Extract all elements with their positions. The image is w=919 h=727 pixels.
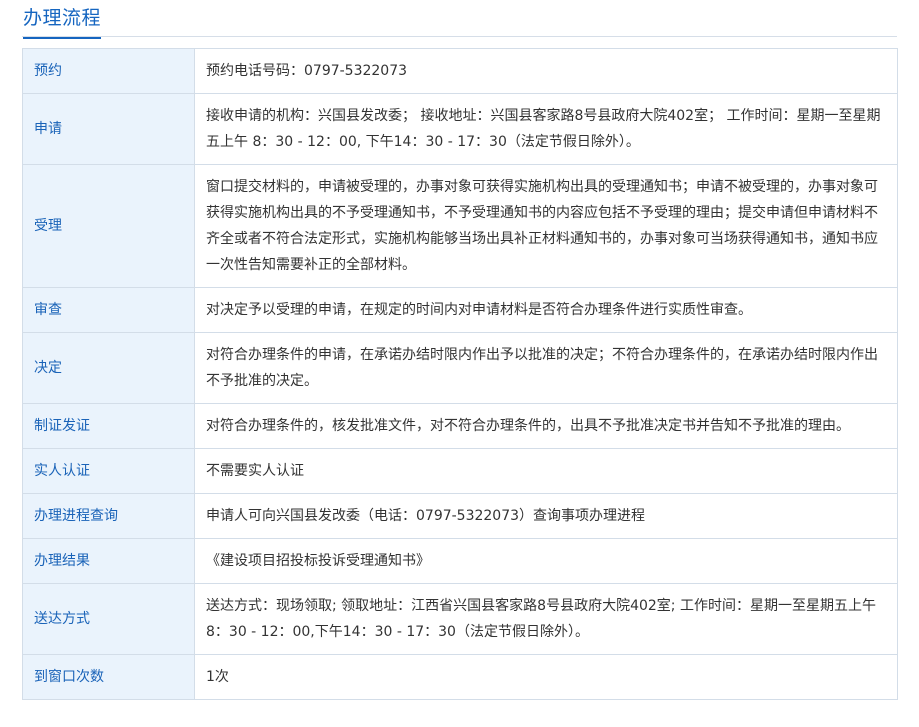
row-value: 接收申请的机构：兴国县发改委； 接收地址：兴国县客家路8号县政府大院402室； … [194, 93, 898, 165]
row-value: 申请人可向兴国县发改委（电话：0797-5322073）查询事项办理进程 [194, 493, 898, 539]
table-row-certificate: 制证发证 对符合办理条件的，核发批准文件，对不符合办理条件的，出具不予批准决定书… [22, 403, 898, 449]
section-header: 办理流程 [22, 0, 897, 39]
row-label: 申请 [22, 93, 195, 165]
table-row-review: 审查 对决定予以受理的申请，在规定的时间内对申请材料是否符合办理条件进行实质性审… [22, 287, 898, 333]
table-row-acceptance: 受理 窗口提交材料的，申请被受理的，办事对象可获得实施机构出具的受理通知书；申请… [22, 164, 898, 288]
table-row-delivery: 送达方式 送达方式：现场领取; 领取地址：江西省兴国县客家路8号县政府大院402… [22, 583, 898, 655]
row-value: 《建设项目招投标投诉受理通知书》 [194, 538, 898, 584]
row-label: 制证发证 [22, 403, 195, 449]
table-row-application: 申请 接收申请的机构：兴国县发改委； 接收地址：兴国县客家路8号县政府大院402… [22, 93, 898, 165]
row-label: 送达方式 [22, 583, 195, 655]
row-label: 办理进程查询 [22, 493, 195, 539]
table-row-window-visits: 到窗口次数 1次 [22, 654, 898, 700]
process-table: 预约 预约电话号码：0797-5322073 申请 接收申请的机构：兴国县发改委… [22, 48, 898, 700]
row-value: 不需要实人认证 [194, 448, 898, 494]
row-value: 对符合办理条件的申请，在承诺办结时限内作出予以批准的决定；不符合办理条件的，在承… [194, 332, 898, 404]
process-panel: 办理流程 预约 预约电话号码：0797-5322073 申请 接收申请的机构：兴… [0, 0, 919, 727]
row-value: 1次 [194, 654, 898, 700]
row-label: 受理 [22, 164, 195, 288]
row-value: 送达方式：现场领取; 领取地址：江西省兴国县客家路8号县政府大院402室; 工作… [194, 583, 898, 655]
table-row-decision: 决定 对符合办理条件的申请，在承诺办结时限内作出予以批准的决定；不符合办理条件的… [22, 332, 898, 404]
table-row-identity-verification: 实人认证 不需要实人认证 [22, 448, 898, 494]
row-label: 预约 [22, 48, 195, 94]
section-title: 办理流程 [23, 6, 102, 39]
table-row-appointment: 预约 预约电话号码：0797-5322073 [22, 48, 898, 94]
table-row-result: 办理结果 《建设项目招投标投诉受理通知书》 [22, 538, 898, 584]
row-label: 审查 [22, 287, 195, 333]
row-value: 对决定予以受理的申请，在规定的时间内对申请材料是否符合办理条件进行实质性审查。 [194, 287, 898, 333]
row-label: 决定 [22, 332, 195, 404]
row-label: 办理结果 [22, 538, 195, 584]
table-row-progress-inquiry: 办理进程查询 申请人可向兴国县发改委（电话：0797-5322073）查询事项办… [22, 493, 898, 539]
row-label: 实人认证 [22, 448, 195, 494]
row-label: 到窗口次数 [22, 654, 195, 700]
row-value: 对符合办理条件的，核发批准文件，对不符合办理条件的，出具不予批准决定书并告知不予… [194, 403, 898, 449]
row-value: 窗口提交材料的，申请被受理的，办事对象可获得实施机构出具的受理通知书；申请不被受… [194, 164, 898, 288]
row-value: 预约电话号码：0797-5322073 [194, 48, 898, 94]
